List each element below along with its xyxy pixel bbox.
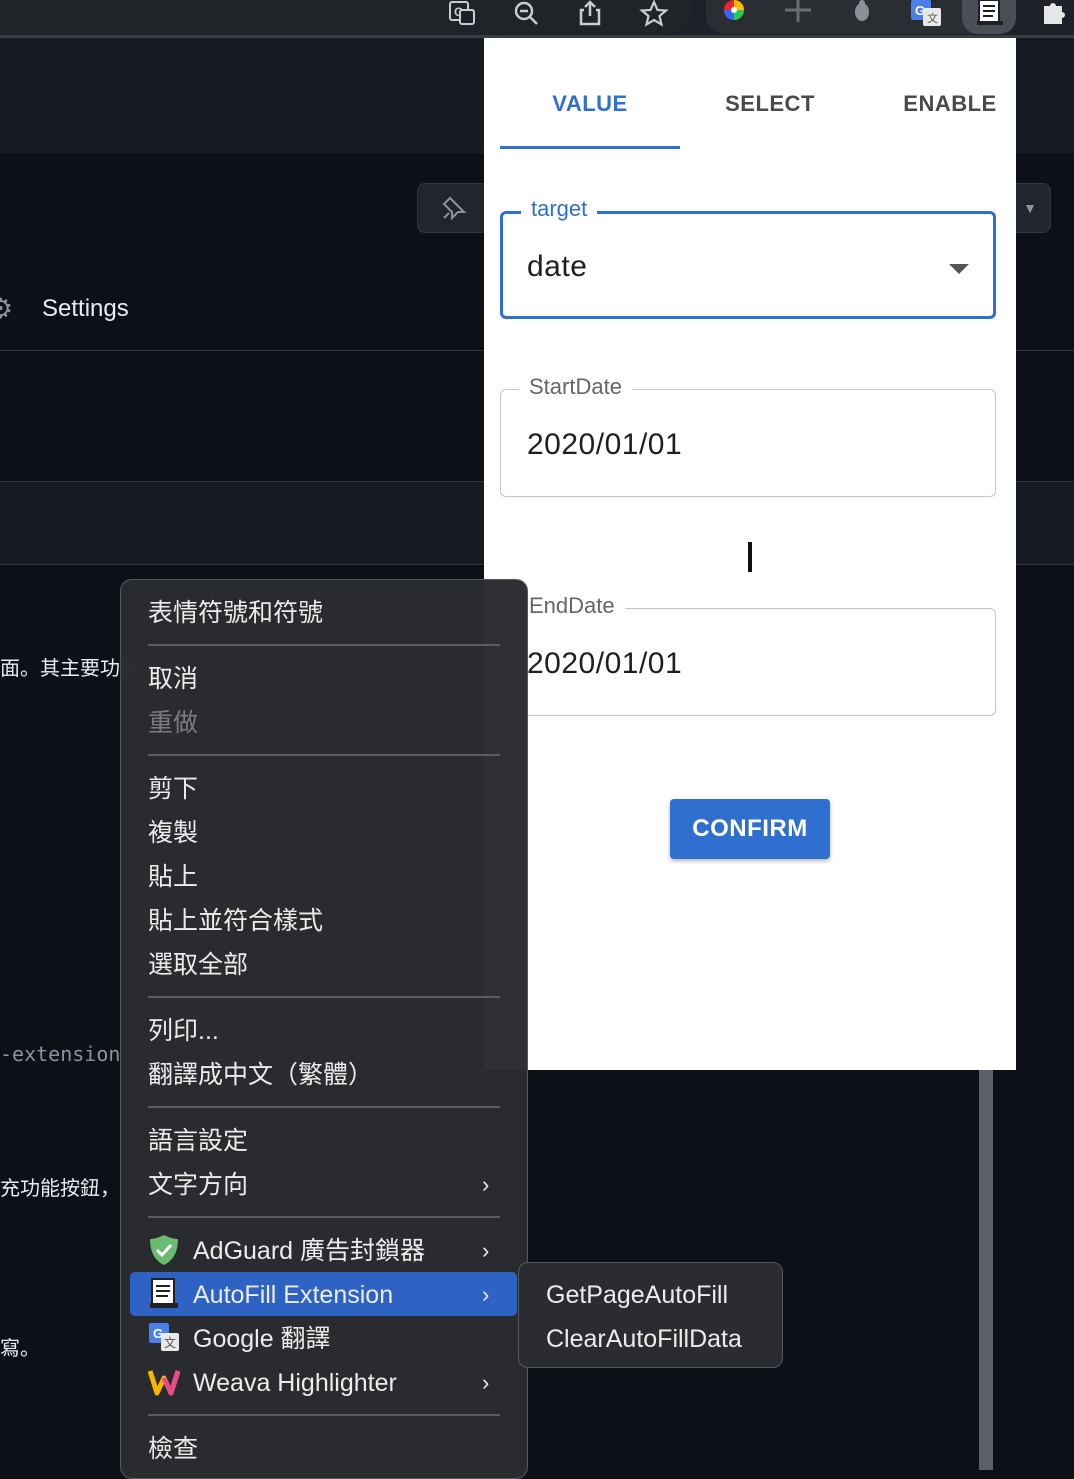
svg-text:文: 文 bbox=[164, 1335, 176, 1350]
menu-item-cut[interactable]: 剪下 bbox=[148, 769, 198, 809]
menu-item-language-settings[interactable]: 語言設定 bbox=[148, 1121, 248, 1161]
menu-item-undo[interactable]: 取消 bbox=[148, 659, 198, 699]
menu-item-select-all[interactable]: 選取全部 bbox=[148, 945, 248, 985]
autofill-submenu: GetPageAutoFill ClearAutoFillData bbox=[518, 1262, 783, 1368]
menu-item-adguard[interactable]: AdGuard 廣告封鎖器 bbox=[193, 1231, 425, 1271]
pin-icon bbox=[438, 192, 468, 222]
menu-item-inspect[interactable]: 檢查 bbox=[148, 1429, 198, 1469]
caret-down-icon: ▼ bbox=[1023, 200, 1037, 216]
text-cursor bbox=[748, 542, 752, 572]
color-picker-icon[interactable] bbox=[716, 0, 752, 30]
menu-separator bbox=[148, 996, 500, 998]
target-label: target bbox=[521, 196, 598, 222]
weava-icon bbox=[147, 1366, 181, 1398]
start-date-value: 2020/01/01 bbox=[527, 428, 683, 461]
chevron-right-icon: › bbox=[482, 1282, 490, 1307]
menu-item-weava[interactable]: Weava Highlighter bbox=[193, 1363, 397, 1403]
zoom-out-icon[interactable] bbox=[508, 0, 544, 30]
menu-item-google-translate[interactable]: Google 翻譯 bbox=[193, 1319, 331, 1359]
tab-enable[interactable]: ENABLE bbox=[860, 84, 1040, 124]
dropdown-caret-button[interactable]: ▼ bbox=[1010, 183, 1051, 233]
adguard-shield-icon bbox=[148, 1234, 180, 1266]
menu-item-redo: 重做 bbox=[148, 709, 199, 737]
bookmark-star-icon[interactable] bbox=[636, 0, 672, 30]
menu-item-paste-match-style[interactable]: 貼上並符合樣式 bbox=[148, 901, 323, 941]
menu-item-paste[interactable]: 貼上 bbox=[148, 857, 198, 897]
pin-button[interactable] bbox=[417, 183, 489, 233]
menu-item-copy[interactable]: 複製 bbox=[148, 813, 198, 853]
start-date-field[interactable]: StartDate 2020/01/01 bbox=[500, 374, 996, 497]
menu-separator bbox=[148, 644, 500, 646]
page-text-fragment: 寫。 bbox=[0, 1338, 40, 1360]
translate-page-icon[interactable]: G bbox=[444, 0, 480, 30]
confirm-button[interactable]: CONFIRM bbox=[670, 799, 830, 859]
puzzle-icon[interactable] bbox=[1036, 0, 1072, 30]
measure-icon[interactable] bbox=[780, 0, 816, 30]
scrollbar[interactable] bbox=[979, 1068, 993, 1470]
svg-text:文: 文 bbox=[927, 11, 938, 25]
menu-item-emoji[interactable]: 表情符號和符號 bbox=[148, 593, 323, 633]
settings-label: Settings bbox=[42, 295, 129, 322]
menu-item-autofill-extension[interactable]: AutoFill Extension bbox=[193, 1275, 393, 1315]
tab-select[interactable]: SELECT bbox=[680, 84, 860, 124]
menu-item-translate[interactable]: 翻譯成中文（繁體） bbox=[148, 1055, 373, 1095]
menu-item-text-direction[interactable]: 文字方向 bbox=[148, 1165, 248, 1205]
autofill-popup: VALUE SELECT ENABLE target date StartDat… bbox=[484, 38, 1016, 1070]
share-icon[interactable] bbox=[572, 0, 608, 30]
gear-icon: ⚙ bbox=[0, 293, 14, 324]
menu-separator bbox=[148, 1106, 500, 1108]
end-date-field[interactable]: EndDate 2020/01/01 bbox=[500, 593, 996, 716]
chevron-right-icon: › bbox=[482, 1238, 490, 1263]
end-date-value: 2020/01/01 bbox=[527, 647, 683, 680]
active-tab-indicator bbox=[500, 146, 680, 149]
tab-value[interactable]: VALUE bbox=[500, 84, 680, 124]
menu-separator bbox=[148, 1414, 500, 1416]
menu-separator bbox=[148, 754, 500, 756]
context-menu: 表情符號和符號 取消 重做 剪下 複製 貼上 貼上並符合樣式 選取全部 列印..… bbox=[120, 579, 528, 1479]
start-date-label: StartDate bbox=[519, 374, 632, 400]
dropdown-arrow-icon[interactable] bbox=[949, 264, 969, 274]
menu-separator bbox=[148, 1216, 500, 1218]
submenu-item-get-page-autofill[interactable]: GetPageAutoFill bbox=[546, 1275, 728, 1315]
google-translate-icon: G文 bbox=[148, 1322, 180, 1354]
target-value: date bbox=[527, 250, 588, 283]
submenu-item-clear-autofill-data[interactable]: ClearAutoFillData bbox=[546, 1319, 742, 1359]
google-translate-icon[interactable]: G文 bbox=[908, 0, 944, 30]
menu-item-print[interactable]: 列印... bbox=[148, 1011, 219, 1051]
chevron-right-icon: › bbox=[482, 1370, 490, 1395]
autofill-extension-icon[interactable] bbox=[972, 0, 1008, 30]
page-code-fragment: -extension bbox=[0, 1042, 121, 1066]
autofill-extension-icon bbox=[148, 1278, 180, 1310]
page-text-fragment: 面。其主要功能 bbox=[0, 658, 140, 680]
chevron-right-icon: › bbox=[482, 1172, 490, 1197]
page-text-fragment: 充功能按鈕， bbox=[0, 1178, 120, 1200]
bug-icon[interactable] bbox=[844, 0, 880, 30]
browser-toolbar: G G文 bbox=[0, 0, 1074, 38]
end-date-label: EndDate bbox=[519, 593, 625, 619]
target-select[interactable]: target date bbox=[500, 196, 996, 319]
